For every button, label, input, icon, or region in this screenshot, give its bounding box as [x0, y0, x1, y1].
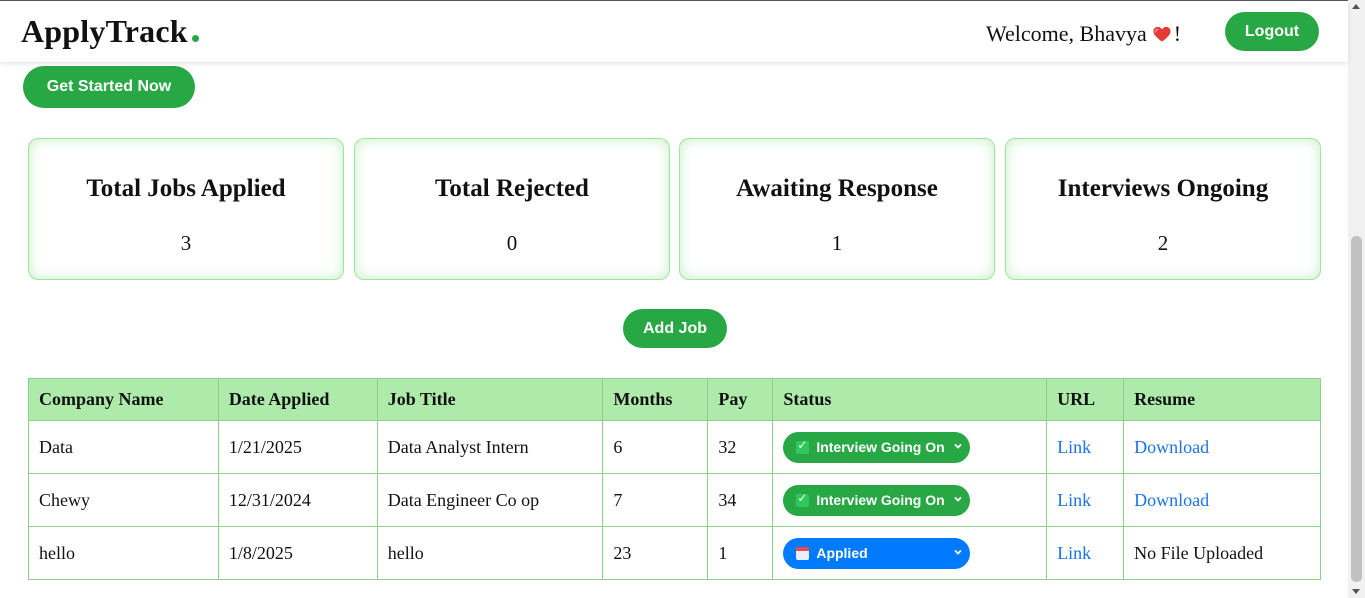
table-row: Data 1/21/2025 Data Analyst Intern 6 32 … — [28, 420, 1321, 474]
vertical-scrollbar[interactable] — [1348, 0, 1365, 598]
scrollbar-thumb[interactable] — [1351, 236, 1362, 582]
stat-value: 0 — [506, 231, 518, 255]
cell-status: Interview Going On — [772, 420, 1048, 474]
status-select[interactable]: Applied — [783, 537, 971, 569]
add-job-button[interactable]: Add Job — [623, 309, 727, 348]
status-select[interactable]: Interview Going On — [783, 431, 971, 463]
stat-value: 2 — [1157, 231, 1169, 255]
column-header-job-title: Job Title — [376, 378, 604, 421]
cell-job-title: Data Analyst Intern — [376, 420, 604, 474]
column-header-company: Company Name — [28, 378, 219, 421]
check-icon — [796, 491, 810, 507]
status-label: Applied — [816, 545, 868, 561]
column-header-date: Date Applied — [217, 378, 378, 421]
cell-url: Link — [1046, 420, 1125, 474]
job-url-link[interactable]: Link — [1057, 437, 1091, 457]
cell-months: 7 — [602, 473, 709, 527]
cell-date: 1/21/2025 — [217, 420, 378, 474]
check-icon — [796, 438, 810, 454]
table-row: hello 1/8/2025 hello 23 1 Applied Link N… — [28, 526, 1321, 580]
resume-download-link[interactable]: Download — [1134, 437, 1209, 457]
stat-card-interviews-ongoing: Interviews Ongoing 2 — [1005, 138, 1321, 280]
cell-resume: Download — [1123, 473, 1321, 527]
cell-job-title: Data Engineer Co op — [376, 473, 604, 527]
cell-months: 23 — [602, 526, 709, 580]
cell-url: Link — [1046, 473, 1125, 527]
cell-company: Data — [28, 420, 219, 474]
stat-card-awaiting-response: Awaiting Response 1 — [679, 138, 995, 280]
cell-job-title: hello — [376, 526, 604, 580]
stat-value: 1 — [831, 231, 843, 255]
cell-resume: Download — [1123, 420, 1321, 474]
stat-card-total-applied: Total Jobs Applied 3 — [28, 138, 344, 280]
cell-url: Link — [1046, 526, 1125, 580]
job-url-link[interactable]: Link — [1057, 490, 1091, 510]
column-header-url: URL — [1046, 378, 1125, 421]
get-started-button[interactable]: Get Started Now — [23, 66, 195, 108]
cell-resume: No File Uploaded — [1123, 526, 1321, 580]
cell-pay: 34 — [707, 473, 774, 527]
top-nav: ApplyTrack Welcome, Bhavya! Logout — [0, 0, 1348, 62]
table-header-row: Company Name Date Applied Job Title Mont… — [28, 378, 1321, 421]
cell-company: hello — [28, 526, 219, 580]
cell-date: 12/31/2024 — [217, 473, 378, 527]
cell-status: Applied — [772, 526, 1048, 580]
job-url-link[interactable]: Link — [1057, 543, 1091, 563]
column-header-status: Status — [772, 378, 1048, 421]
cell-months: 6 — [602, 420, 709, 474]
scroll-down-arrow-icon[interactable] — [1352, 589, 1360, 594]
scroll-up-arrow-icon[interactable] — [1352, 4, 1360, 9]
logout-button[interactable]: Logout — [1225, 12, 1319, 51]
calendar-icon — [796, 546, 810, 560]
cell-company: Chewy — [28, 473, 219, 527]
column-header-pay: Pay — [707, 378, 774, 421]
cell-pay: 1 — [707, 526, 774, 580]
column-header-resume: Resume — [1123, 378, 1321, 421]
status-select[interactable]: Interview Going On — [783, 484, 971, 516]
stat-title: Total Rejected — [435, 175, 589, 202]
column-header-months: Months — [602, 378, 709, 421]
cell-status: Interview Going On — [772, 473, 1048, 527]
stat-title: Interviews Ongoing — [1057, 175, 1269, 202]
stat-card-total-rejected: Total Rejected 0 — [354, 138, 670, 280]
status-label: Interview Going On — [816, 439, 945, 455]
cell-pay: 32 — [707, 420, 774, 474]
stat-value: 3 — [180, 231, 192, 255]
chevron-down-icon — [954, 443, 962, 449]
welcome-text: Welcome, Bhavya — [986, 21, 1147, 46]
cell-date: 1/8/2025 — [217, 526, 378, 580]
table-row: Chewy 12/31/2024 Data Engineer Co op 7 3… — [28, 473, 1321, 527]
chevron-down-icon — [954, 549, 962, 555]
brand-name: ApplyTrack — [21, 13, 188, 49]
resume-download-link[interactable]: Download — [1134, 490, 1209, 510]
status-label: Interview Going On — [816, 492, 945, 508]
welcome-suffix: ! — [1173, 21, 1182, 46]
brand-dot-icon — [191, 35, 199, 42]
heart-icon — [1153, 26, 1171, 42]
brand-logo[interactable]: ApplyTrack — [21, 13, 199, 50]
stat-title: Awaiting Response — [736, 175, 938, 202]
welcome-message: Welcome, Bhavya! — [986, 21, 1181, 47]
jobs-table: Company Name Date Applied Job Title Mont… — [28, 378, 1321, 580]
stat-title: Total Jobs Applied — [86, 175, 286, 202]
chevron-down-icon — [954, 496, 962, 502]
